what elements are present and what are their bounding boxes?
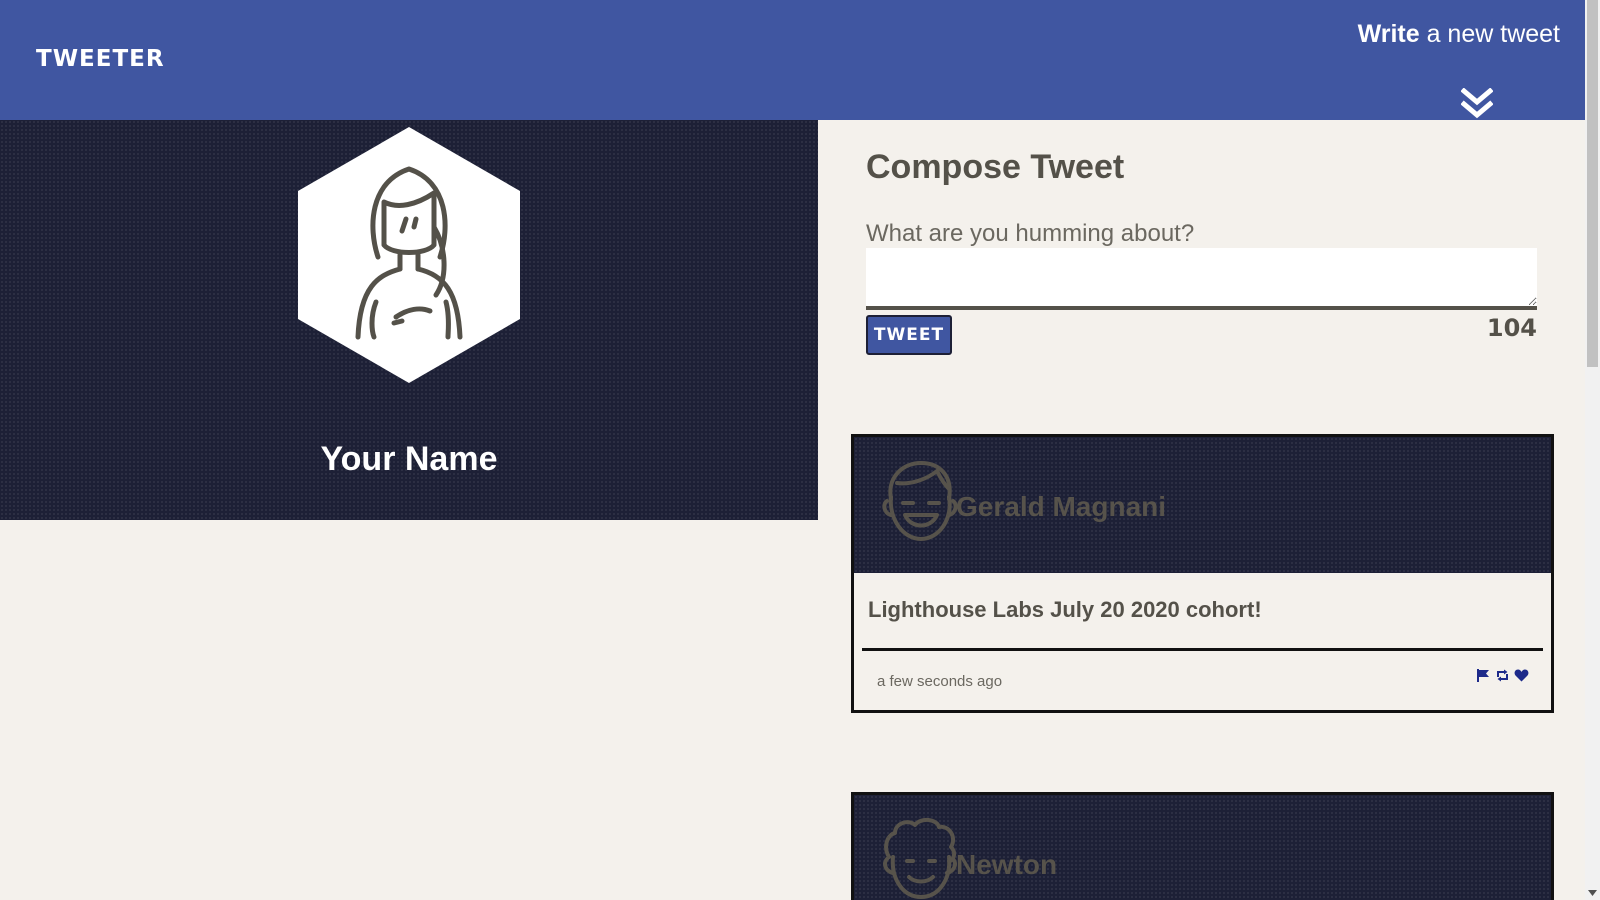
profile-name: Your Name	[320, 440, 498, 478]
user-avatar-icon	[882, 461, 958, 541]
tweet-text-input[interactable]	[866, 248, 1537, 310]
tweet-submit-button[interactable]: TWEET	[866, 315, 952, 355]
tweet-text: Lighthouse Labs July 20 2020 cohort!	[868, 597, 1262, 622]
write-new-tweet-link[interactable]: Write a new tweet	[1358, 20, 1560, 49]
tweet-author-name: Gerald Magnani	[956, 491, 1167, 522]
compose-label: What are you humming about?	[866, 220, 1195, 247]
user-avatar-icon	[883, 818, 957, 899]
page-scrollbar[interactable]	[1585, 0, 1600, 900]
tweet-article: Newton	[851, 792, 1554, 900]
brand-logo[interactable]: TWEETER	[36, 46, 165, 72]
scrollbar-thumb[interactable]	[1587, 0, 1598, 367]
tweet-footer: a few seconds ago	[854, 651, 1551, 710]
tweet-article: Gerald Magnani Lighthouse Labs July 20 2…	[851, 434, 1554, 713]
write-link-bold: Write	[1357, 20, 1420, 48]
tweet-timestamp: a few seconds ago	[877, 673, 1003, 690]
tweet-header: Newton	[854, 795, 1551, 900]
tweet-header: Gerald Magnani	[854, 437, 1551, 573]
profile-avatar-icon	[298, 127, 520, 383]
compose-title: Compose Tweet	[866, 148, 1125, 186]
character-counter: 104	[1486, 314, 1537, 342]
top-nav: TWEETER Write a new tweet	[0, 0, 1585, 120]
scroll-down-icon[interactable]	[1588, 889, 1597, 897]
write-link-text: a new tweet	[1419, 20, 1560, 48]
chevron-double-down-icon[interactable]	[1461, 88, 1493, 120]
tweet-actions	[1476, 668, 1529, 683]
flag-icon[interactable]	[1476, 668, 1491, 683]
retweet-icon[interactable]	[1495, 668, 1510, 683]
profile-header: Your Name	[0, 120, 818, 520]
tweet-author-name: Newton	[956, 849, 1058, 880]
heart-icon[interactable]	[1514, 668, 1529, 683]
